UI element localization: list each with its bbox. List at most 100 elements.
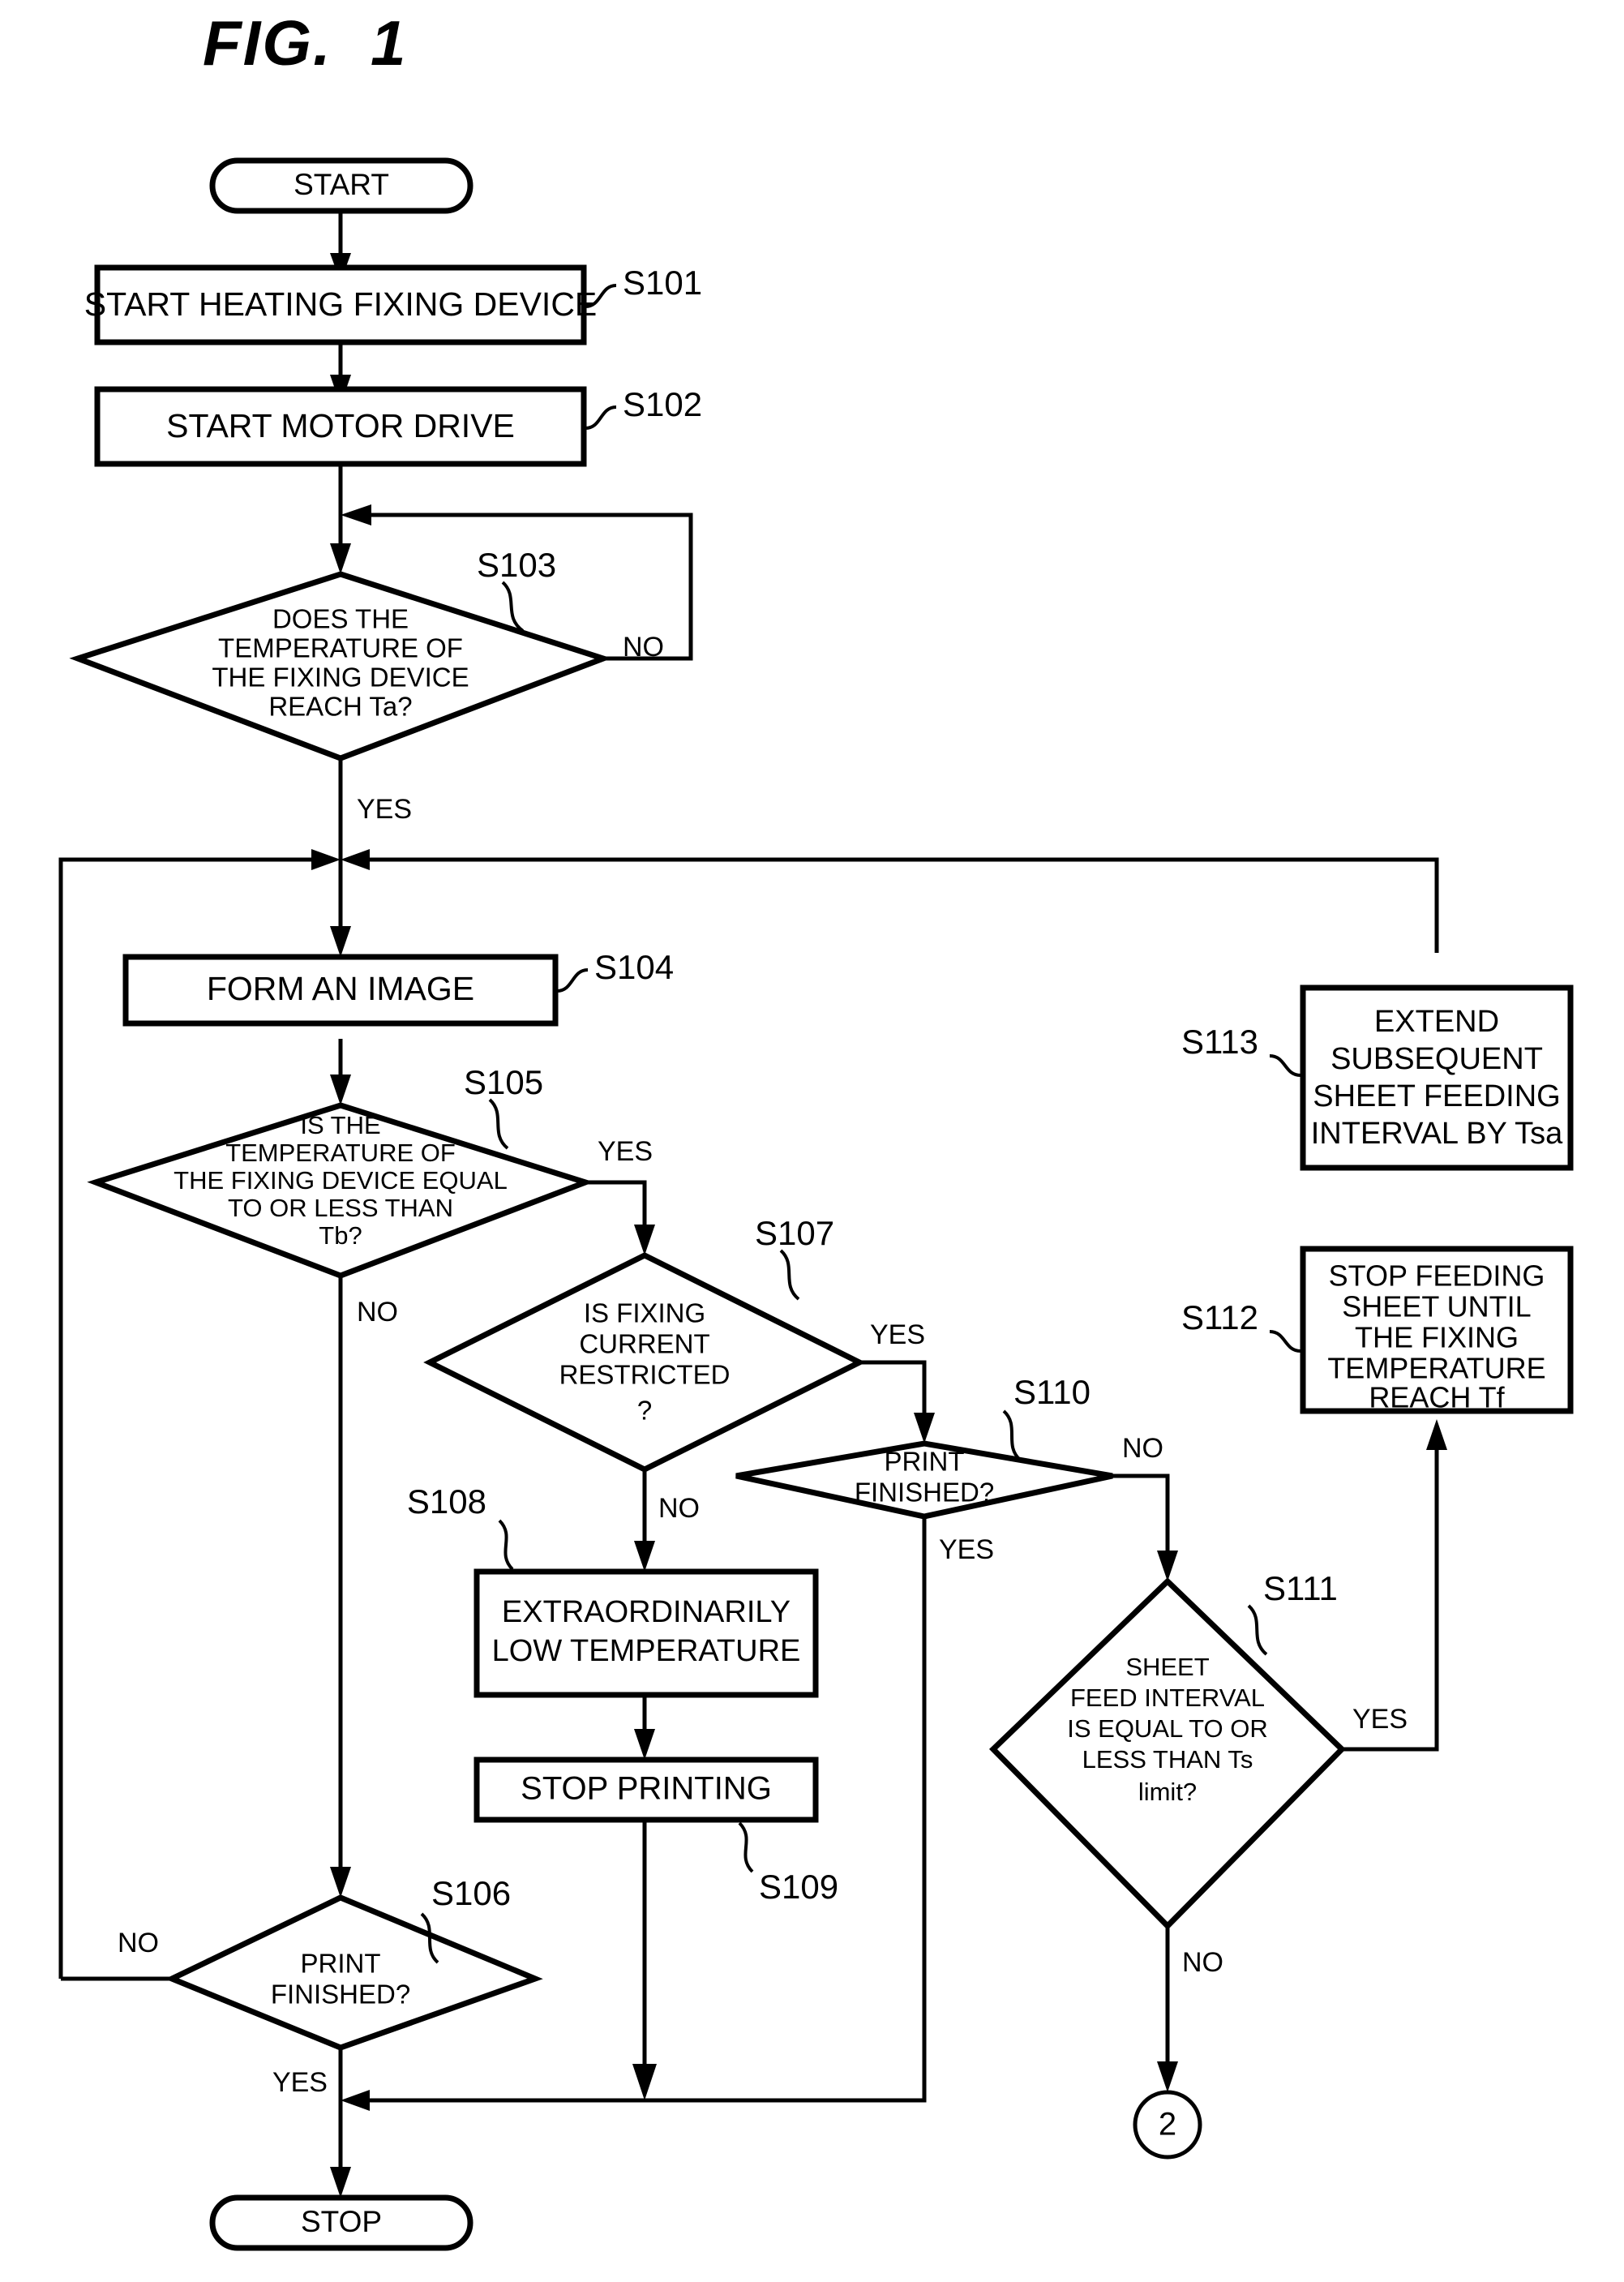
step-label-s101: S101 xyxy=(585,264,702,308)
node-s102[interactable]: START MOTOR DRIVE xyxy=(94,386,587,467)
svg-text:S111: S111 xyxy=(1263,1569,1338,1607)
svg-text:S106: S106 xyxy=(431,1874,511,1912)
edge-s105-yes-to-s107 xyxy=(585,1180,655,1255)
svg-text:INTERVAL BY Tsa: INTERVAL BY Tsa xyxy=(1311,1117,1563,1151)
node-s113[interactable]: EXTEND SUBSEQUENT SHEET FEEDING INTERVAL… xyxy=(1300,984,1574,1171)
edge-s107-no-to-s108 xyxy=(634,1469,655,1572)
svg-text:S109: S109 xyxy=(759,1868,838,1906)
branch-label-s106-no: NO xyxy=(118,1928,159,1958)
node-start[interactable]: START xyxy=(209,157,473,214)
svg-text:IS THE: IS THE xyxy=(300,1111,380,1139)
edge-s109-to-merge xyxy=(632,1819,657,2100)
node-s107[interactable]: IS FIXING CURRENT RESTRICTED ? xyxy=(423,1252,866,1473)
step-label-s105: S105 xyxy=(464,1063,543,1150)
node-s111[interactable]: SHEET FEED INTERVAL IS EQUAL TO OR LESS … xyxy=(989,1577,1346,1930)
edge-s111-yes-to-s112 xyxy=(1342,1419,1447,1752)
svg-text:SHEET UNTIL: SHEET UNTIL xyxy=(1342,1290,1531,1323)
node-s104[interactable]: FORM AN IMAGE xyxy=(122,954,559,1027)
svg-text:S103: S103 xyxy=(477,546,556,584)
svg-text:REACH Ta?: REACH Ta? xyxy=(268,692,412,722)
branch-label-s111-yes: YES xyxy=(1352,1704,1408,1735)
step-label-s109: S109 xyxy=(738,1821,838,1906)
svg-text:FINISHED?: FINISHED? xyxy=(271,1980,410,2010)
svg-text:TEMPERATURE OF: TEMPERATURE OF xyxy=(225,1139,456,1167)
node-s109-label: STOP PRINTING xyxy=(521,1771,772,1807)
svg-text:SHEET: SHEET xyxy=(1125,1653,1209,1681)
node-s110[interactable]: PRINT FINISHED? xyxy=(735,1440,1113,1520)
edge-s105-no-to-s106 xyxy=(330,1276,351,1898)
node-start-label: START xyxy=(294,168,389,201)
edge-s110-no-to-s111 xyxy=(1112,1473,1178,1581)
edge-s102-to-s103 xyxy=(330,465,351,574)
node-offpage-connector[interactable]: 2 xyxy=(1133,2090,1202,2160)
svg-text:THE FIXING DEVICE EQUAL: THE FIXING DEVICE EQUAL xyxy=(174,1166,508,1195)
step-label-s112: S112 xyxy=(1181,1298,1301,1353)
step-label-s111: S111 xyxy=(1247,1569,1338,1656)
svg-text:DOES THE: DOES THE xyxy=(272,604,409,634)
node-stop[interactable]: STOP xyxy=(209,2194,473,2251)
edge-s111-no-to-offpage xyxy=(1157,1926,1178,2092)
step-label-s107: S107 xyxy=(755,1214,834,1301)
svg-text:RESTRICTED: RESTRICTED xyxy=(559,1360,731,1390)
step-label-s104: S104 xyxy=(556,948,674,993)
svg-text:FINISHED?: FINISHED? xyxy=(855,1478,994,1508)
node-stop-label: STOP xyxy=(301,2205,382,2238)
svg-text:S101: S101 xyxy=(623,264,702,302)
branch-label-s103-no: NO xyxy=(623,632,664,663)
svg-text:TO OR LESS THAN: TO OR LESS THAN xyxy=(228,1194,453,1222)
svg-text:LOW TEMPERATURE: LOW TEMPERATURE xyxy=(492,1634,801,1668)
svg-text:FEED INTERVAL: FEED INTERVAL xyxy=(1070,1684,1265,1712)
svg-text:S108: S108 xyxy=(407,1482,486,1521)
node-s112[interactable]: STOP FEEDING SHEET UNTIL THE FIXING TEMP… xyxy=(1300,1246,1574,1414)
svg-text:CURRENT: CURRENT xyxy=(579,1329,709,1359)
node-s104-label: FORM AN IMAGE xyxy=(207,970,474,1007)
svg-text:THE FIXING DEVICE: THE FIXING DEVICE xyxy=(212,663,469,693)
step-label-s102: S102 xyxy=(585,385,702,430)
node-s109[interactable]: STOP PRINTING xyxy=(473,1757,819,1823)
svg-text:TEMPERATURE: TEMPERATURE xyxy=(1327,1352,1545,1385)
step-label-s103: S103 xyxy=(477,546,556,633)
branch-label-s107-no: NO xyxy=(658,1493,700,1524)
edge-s106-yes-to-stop xyxy=(330,2048,351,2198)
node-s103[interactable]: DOES THE TEMPERATURE OF THE FIXING DEVIC… xyxy=(69,571,612,761)
node-s101-label: START HEATING FIXING DEVICE xyxy=(84,285,598,323)
svg-text:REACH Tf: REACH Tf xyxy=(1369,1381,1505,1414)
svg-text:IS EQUAL TO OR: IS EQUAL TO OR xyxy=(1067,1714,1268,1743)
svg-text:SHEET FEEDING: SHEET FEEDING xyxy=(1313,1079,1560,1113)
edge-s108-to-s109 xyxy=(634,1695,655,1760)
svg-text:limit?: limit? xyxy=(1138,1778,1197,1806)
svg-text:TEMPERATURE OF: TEMPERATURE OF xyxy=(218,633,463,663)
branch-label-s107-yes: YES xyxy=(870,1319,925,1350)
svg-text:SUBSEQUENT: SUBSEQUENT xyxy=(1330,1042,1543,1076)
step-label-s108: S108 xyxy=(407,1482,514,1571)
svg-text:S110: S110 xyxy=(1013,1373,1091,1411)
svg-text:LESS THAN Ts: LESS THAN Ts xyxy=(1082,1745,1253,1774)
svg-text:S107: S107 xyxy=(755,1214,834,1252)
node-s101[interactable]: START HEATING FIXING DEVICE xyxy=(84,264,598,345)
svg-text:THE FIXING: THE FIXING xyxy=(1355,1321,1519,1354)
svg-text:EXTRAORDINARILY: EXTRAORDINARILY xyxy=(502,1595,791,1629)
offpage-connector-label: 2 xyxy=(1159,2107,1176,2143)
svg-text:Tb?: Tb? xyxy=(319,1221,362,1250)
svg-text:S102: S102 xyxy=(623,385,702,423)
branch-label-s106-yes: YES xyxy=(272,2067,328,2098)
branch-label-s105-no: NO xyxy=(357,1297,398,1328)
svg-text:EXTEND: EXTEND xyxy=(1374,1005,1499,1039)
branch-label-s105-yes: YES xyxy=(598,1136,653,1167)
node-s108[interactable]: EXTRAORDINARILY LOW TEMPERATURE xyxy=(473,1568,819,1698)
svg-text:IS FIXING: IS FIXING xyxy=(584,1298,705,1328)
svg-text:PRINT: PRINT xyxy=(885,1447,965,1477)
edge-right-return-rail xyxy=(341,849,1439,953)
svg-text:S113: S113 xyxy=(1181,1023,1258,1061)
branch-label-s110-yes: YES xyxy=(939,1534,994,1565)
branch-label-s111-no: NO xyxy=(1182,1947,1223,1978)
node-s106[interactable]: PRINT FINISHED? xyxy=(165,1894,543,2051)
node-s105[interactable]: IS THE TEMPERATURE OF THE FIXING DEVICE … xyxy=(87,1102,594,1279)
flowchart-svg: START START HEATING FIXING DEVICE S101 S… xyxy=(58,157,1574,2251)
svg-text:S105: S105 xyxy=(464,1063,543,1101)
edge-s104-to-s105 xyxy=(330,1039,351,1105)
step-label-s110: S110 xyxy=(1002,1373,1091,1461)
svg-text:S112: S112 xyxy=(1181,1298,1258,1336)
svg-text:STOP FEEDING: STOP FEEDING xyxy=(1329,1259,1545,1293)
edge-s107-yes-to-s110 xyxy=(859,1360,935,1443)
